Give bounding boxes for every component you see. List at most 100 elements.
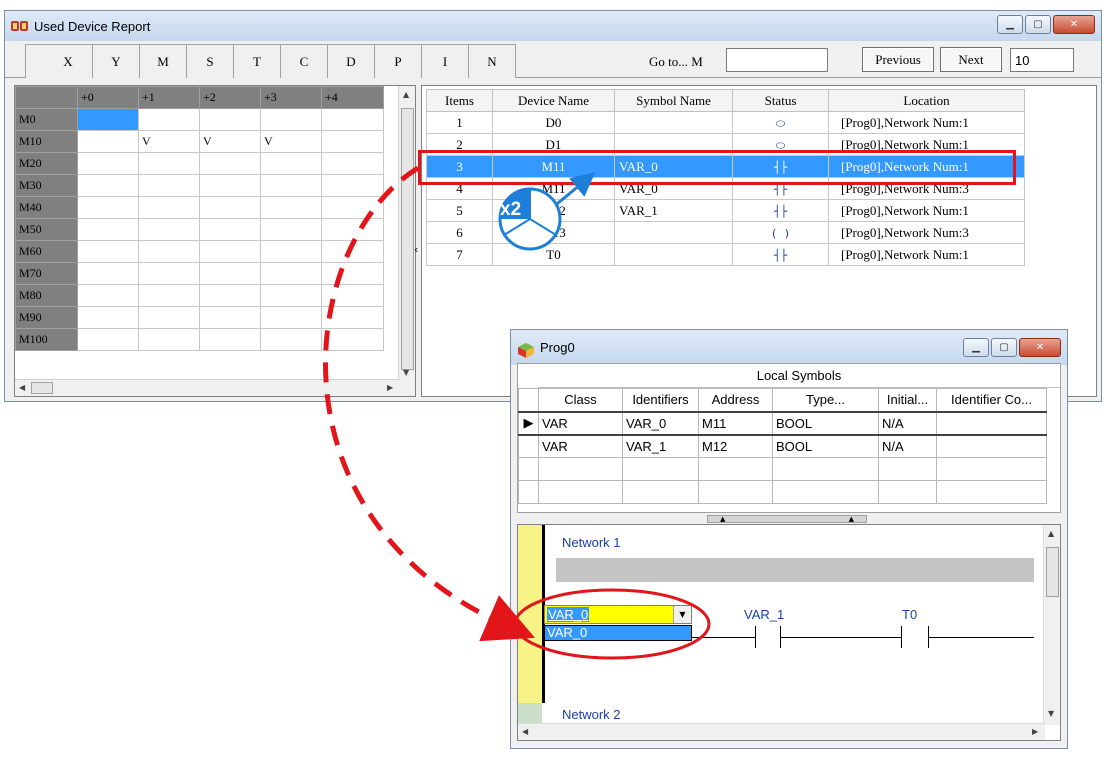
collapse-panel-icon[interactable]: ‹ [414, 243, 418, 256]
grid-cell[interactable] [138, 262, 200, 285]
grid-cell[interactable] [260, 284, 322, 307]
maximize-button[interactable]: ▢ [1025, 15, 1051, 34]
symbol-cell-initial[interactable]: N/A [878, 410, 937, 436]
grid-horizontal-scrollbar[interactable]: ◀ ▶ [15, 379, 400, 396]
grid-cell[interactable] [199, 174, 261, 197]
grid-cell[interactable] [199, 196, 261, 219]
goto-input[interactable] [726, 48, 828, 72]
grid-cell[interactable] [321, 262, 384, 285]
col-header-items[interactable]: Items [426, 89, 493, 112]
grid-cell[interactable] [138, 328, 200, 351]
grid-cell[interactable] [138, 240, 200, 263]
scroll-up-icon[interactable]: ▲ [403, 90, 409, 99]
grid-cell[interactable] [138, 152, 200, 175]
symbol-combo-box[interactable]: VAR_0 ▼ [544, 605, 692, 624]
network-2-gutter[interactable] [518, 703, 542, 725]
maximize-button[interactable]: ▢ [991, 338, 1017, 357]
grid-cell[interactable] [199, 152, 261, 175]
symbol-cell-comment[interactable] [936, 410, 1047, 436]
grid-cell[interactable]: V [138, 130, 200, 153]
contact-label-var1[interactable]: VAR_1 [744, 607, 784, 622]
grid-cell[interactable] [77, 130, 139, 153]
grid-cell[interactable] [321, 196, 384, 219]
col-header-type[interactable]: Type... [772, 388, 879, 412]
close-button[interactable]: ✕ [1019, 338, 1061, 357]
scroll-left-icon[interactable]: ◀ [19, 383, 25, 392]
grid-cell[interactable] [321, 240, 384, 263]
symbol-row[interactable]: VAR VAR_1 M12 BOOL N/A [518, 434, 1047, 458]
grid-cell[interactable] [138, 284, 200, 307]
grid-cell[interactable] [138, 174, 200, 197]
grid-cell[interactable] [260, 196, 322, 219]
symbol-cell-id[interactable]: VAR_1 [622, 434, 699, 458]
tab-x[interactable]: X [25, 44, 93, 78]
grid-cell[interactable] [199, 284, 261, 307]
symbol-cell-class[interactable]: VAR [538, 410, 623, 436]
grid-cell[interactable] [199, 108, 261, 131]
grid-cell[interactable] [260, 240, 322, 263]
splitter-up-icon[interactable]: ▲ [849, 515, 854, 523]
minimize-button[interactable]: ▁ [963, 338, 989, 357]
col-header-symbol-name[interactable]: Symbol Name [614, 89, 733, 112]
col-header-identifiers[interactable]: Identifiers [622, 388, 699, 412]
col-header-device-name[interactable]: Device Name [492, 89, 615, 112]
symbol-cell-address[interactable]: M11 [698, 410, 773, 436]
next-button[interactable]: Next [940, 47, 1002, 72]
splitter-up-icon[interactable]: ▲ [720, 515, 725, 523]
col-header-initial[interactable]: Initial... [878, 388, 937, 412]
symbol-cell-type[interactable]: BOOL [772, 410, 879, 436]
tab-i[interactable]: I [421, 44, 469, 78]
scroll-right-icon[interactable]: ▶ [1032, 727, 1038, 736]
scroll-left-icon[interactable]: ◀ [522, 727, 528, 736]
pane-splitter[interactable]: ▲ ▲ [707, 515, 867, 523]
grid-cell[interactable] [260, 306, 322, 329]
page-number-input[interactable] [1010, 48, 1074, 72]
grid-cell[interactable] [260, 108, 322, 131]
grid-cell[interactable] [260, 152, 322, 175]
close-button[interactable]: ✕ [1053, 15, 1095, 34]
grid-cell[interactable] [77, 284, 139, 307]
symbol-cell-id[interactable]: VAR_0 [622, 410, 699, 436]
symbol-cell-comment[interactable] [936, 434, 1047, 458]
chevron-down-icon[interactable]: ▼ [673, 606, 691, 623]
grid-cell[interactable] [77, 218, 139, 241]
list-row[interactable]: 1 D0 ⬭ [Prog0],Network Num:1 [426, 111, 1025, 134]
grid-cell[interactable] [77, 196, 139, 219]
tab-p[interactable]: P [374, 44, 422, 78]
grid-cell[interactable] [321, 174, 384, 197]
grid-scroll-thumb[interactable] [401, 108, 414, 370]
grid-cell[interactable] [260, 262, 322, 285]
ladder-vertical-scrollbar[interactable]: ▲ ▼ [1043, 525, 1060, 725]
grid-cell[interactable] [77, 328, 139, 351]
network-1-gutter[interactable] [518, 525, 542, 703]
grid-cell[interactable] [321, 306, 384, 329]
grid-cell[interactable] [199, 262, 261, 285]
tab-m[interactable]: M [139, 44, 187, 78]
tab-y[interactable]: Y [92, 44, 140, 78]
grid-cell[interactable] [321, 328, 384, 351]
grid-hscroll-thumb[interactable] [31, 382, 53, 394]
col-header-class[interactable]: Class [538, 388, 623, 412]
col-header-address[interactable]: Address [698, 388, 773, 412]
grid-cell[interactable] [321, 218, 384, 241]
ladder-scroll-thumb[interactable] [1046, 547, 1059, 597]
col-header-identifier-comment[interactable]: Identifier Co... [936, 388, 1047, 412]
grid-cell[interactable] [77, 240, 139, 263]
combo-option[interactable]: VAR_0 [544, 625, 692, 641]
grid-cell[interactable] [77, 108, 139, 131]
grid-cell[interactable] [77, 306, 139, 329]
scroll-up-icon[interactable]: ▲ [1048, 529, 1054, 538]
col-header-location[interactable]: Location [828, 89, 1025, 112]
grid-cell[interactable] [321, 130, 384, 153]
grid-cell[interactable] [138, 306, 200, 329]
grid-cell[interactable] [77, 152, 139, 175]
grid-cell[interactable] [199, 218, 261, 241]
network-comment-bar[interactable] [556, 558, 1034, 582]
scroll-right-icon[interactable]: ▶ [387, 383, 393, 392]
tab-s[interactable]: S [186, 44, 234, 78]
symbol-cell-initial[interactable]: N/A [878, 434, 937, 458]
scroll-down-icon[interactable]: ▼ [403, 368, 409, 377]
grid-cell[interactable] [199, 328, 261, 351]
grid-cell[interactable] [321, 152, 384, 175]
symbol-row[interactable]: ▶ VAR VAR_0 M11 BOOL N/A [518, 410, 1047, 436]
